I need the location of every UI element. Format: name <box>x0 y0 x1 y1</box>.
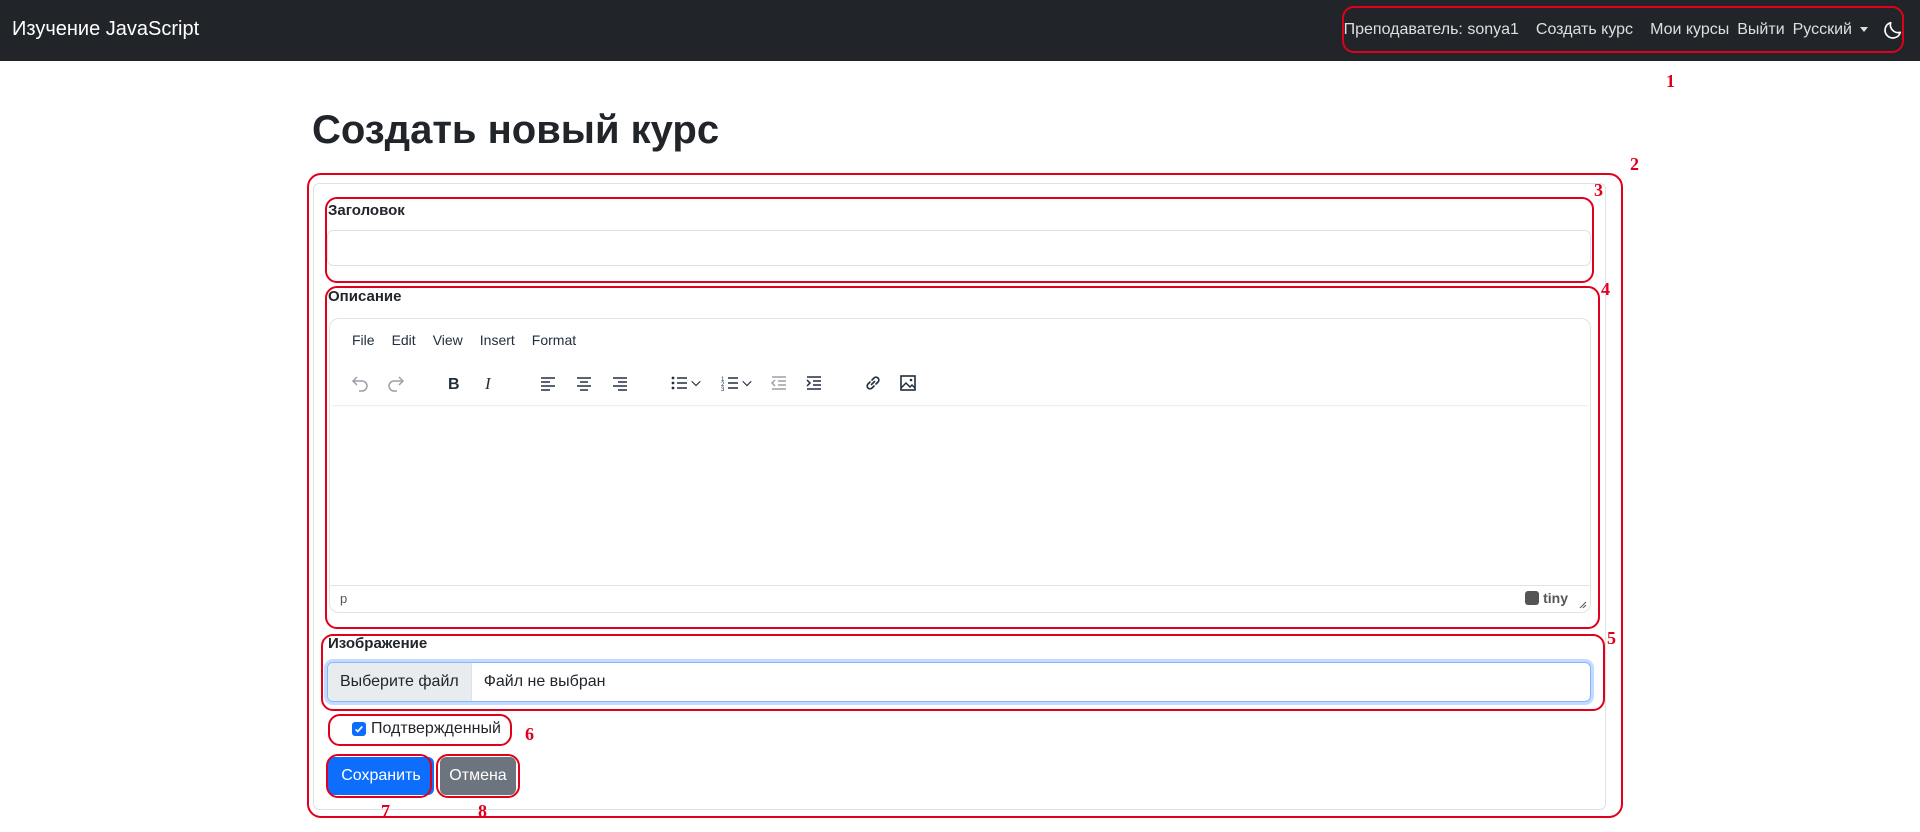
bullet-list-chevron-icon[interactable] <box>689 371 703 395</box>
top-navbar: Изучение JavaScript Преподаватель: sonya… <box>0 0 1920 61</box>
annotation-number-5: 5 <box>1607 628 1616 648</box>
svg-text:3: 3 <box>721 387 725 393</box>
align-center-icon[interactable] <box>572 371 596 395</box>
numbered-list-chevron-icon[interactable] <box>740 371 754 395</box>
align-left-icon[interactable] <box>536 371 560 395</box>
svg-text:I: I <box>484 374 492 393</box>
save-button[interactable]: Сохранить <box>328 757 434 795</box>
numbered-list-icon[interactable]: 123 <box>718 371 742 395</box>
caret-down-icon <box>1860 27 1868 33</box>
italic-icon[interactable]: I <box>477 371 501 395</box>
approved-label[interactable]: Подтвержденный <box>371 720 501 738</box>
choose-file-button[interactable]: Выберите файл <box>328 663 472 701</box>
editor-menubar: File Edit View Insert Format <box>330 319 1590 361</box>
language-label: Русский <box>1792 21 1852 38</box>
svg-text:B: B <box>448 376 460 393</box>
editor-toolbar: B I 123 <box>330 361 1590 405</box>
annotation-number-4: 4 <box>1601 279 1610 299</box>
resize-handle-icon[interactable] <box>1577 599 1587 609</box>
outdent-icon[interactable] <box>767 371 791 395</box>
align-right-icon[interactable] <box>608 371 632 395</box>
link-icon[interactable] <box>861 371 885 395</box>
create-course-link[interactable]: Создать курс <box>1536 21 1633 39</box>
navbar-right: Преподаватель: sonya1 Создать курс Мои к… <box>1344 18 1904 42</box>
indent-icon[interactable] <box>802 371 826 395</box>
editor-statusbar: p tiny <box>330 585 1590 612</box>
logout-button[interactable]: Выйти <box>1737 21 1784 39</box>
navbar-brand[interactable]: Изучение JavaScript <box>12 18 199 41</box>
language-dropdown[interactable]: Русский <box>1793 21 1868 39</box>
cancel-button[interactable]: Отмена <box>440 757 516 795</box>
image-file-input[interactable]: Выберите файл Файл не выбран <box>327 662 1591 702</box>
menu-edit[interactable]: Edit <box>392 332 416 348</box>
editor-content-area[interactable] <box>330 407 1590 587</box>
tiny-branding[interactable]: tiny <box>1525 590 1568 606</box>
undo-icon[interactable] <box>348 371 372 395</box>
image-label: Изображение <box>328 635 428 652</box>
page-title: Создать новый курс <box>312 108 720 152</box>
description-label: Описание <box>328 288 402 305</box>
redo-icon[interactable] <box>384 371 408 395</box>
bullet-list-icon[interactable] <box>667 371 691 395</box>
menu-insert[interactable]: Insert <box>480 332 515 348</box>
annotation-number-1: 1 <box>1666 71 1675 91</box>
tiny-brand-text: tiny <box>1543 590 1568 606</box>
menu-view[interactable]: View <box>433 332 463 348</box>
annotation-number-6: 6 <box>525 724 534 744</box>
tiny-logo-icon <box>1525 591 1540 605</box>
menu-file[interactable]: File <box>352 332 375 348</box>
moon-icon[interactable] <box>1882 19 1904 41</box>
file-status-text: Файл не выбран <box>483 673 606 690</box>
rich-text-editor: File Edit View Insert Format B I 1 2 3 p… <box>329 318 1591 613</box>
element-path[interactable]: p <box>340 591 347 606</box>
annotation-number-7: 7 <box>381 801 390 821</box>
annotation-number-3: 3 <box>1594 180 1603 200</box>
menu-format[interactable]: Format <box>532 332 576 348</box>
image-icon[interactable] <box>896 371 920 395</box>
title-label: Заголовок <box>328 202 405 219</box>
teacher-link[interactable]: Преподаватель: sonya1 <box>1344 21 1519 39</box>
annotation-number-2: 2 <box>1630 154 1639 174</box>
approved-checkbox-row: Подтвержденный <box>352 720 501 738</box>
approved-checkbox[interactable] <box>352 722 366 736</box>
annotation-number-8: 8 <box>478 801 487 821</box>
bold-icon[interactable]: B <box>442 371 466 395</box>
title-input[interactable] <box>327 230 1591 266</box>
my-courses-link[interactable]: Мои курсы <box>1650 21 1729 39</box>
